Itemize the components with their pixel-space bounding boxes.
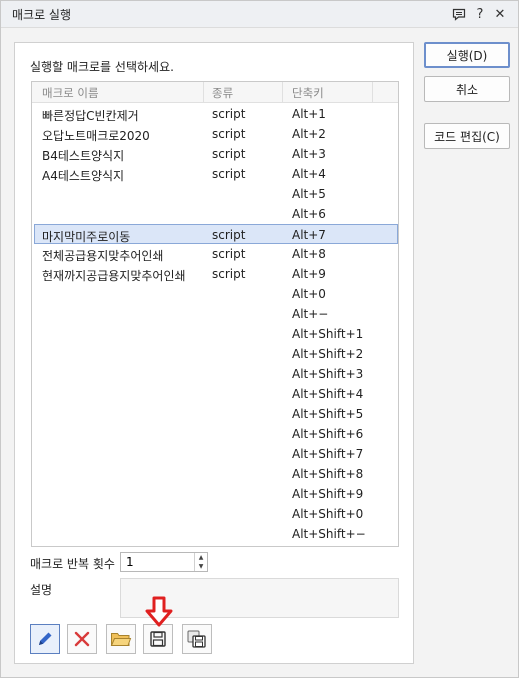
delete-x-icon	[74, 631, 90, 647]
macro-name-cell: B4테스트양식지	[42, 149, 125, 163]
macro-shortcut-cell: Alt+Shift+2	[292, 347, 364, 361]
down-arrow-icon	[145, 596, 173, 627]
cancel-button[interactable]: 취소	[424, 76, 510, 102]
macro-shortcut-cell: Alt+Shift+7	[292, 447, 364, 461]
table-row[interactable]: Alt+Shift+4	[32, 384, 398, 404]
macro-type-cell: script	[212, 107, 246, 121]
macro-name-cell: 전체공급용지맞추어인쇄	[42, 249, 164, 263]
table-row[interactable]: Alt+Shift+9	[32, 484, 398, 504]
macro-panel: 실행할 매크로를 선택하세요. 매크로 이름 종류 단축키 빠른정답C빈칸제거 s…	[14, 42, 414, 664]
macro-shortcut-cell: Alt+Shift+4	[292, 387, 364, 401]
table-row[interactable]: Alt+Shift+1	[32, 324, 398, 344]
macro-shortcut-cell: Alt+Shift+8	[292, 467, 364, 481]
macro-name-cell: 오답노트매크로2020	[42, 129, 150, 143]
save-macro-button[interactable]	[143, 624, 173, 654]
macro-shortcut-cell: Alt+4	[292, 167, 326, 181]
macro-shortcut-cell: Alt+Shift+6	[292, 427, 364, 441]
macro-name-cell: 마지막미주로이동	[42, 230, 131, 244]
save-as-macro-button[interactable]	[182, 624, 212, 654]
macro-shortcut-cell: Alt+8	[292, 247, 326, 261]
table-row[interactable]: 전체공급용지맞추어인쇄 script Alt+8	[32, 244, 398, 264]
edit-code-button[interactable]: 코드 편집(C)	[424, 123, 510, 149]
title-bar: 매크로 실행 ? ✕	[1, 1, 518, 28]
macro-shortcut-cell: Alt+Shift+0	[292, 507, 364, 521]
column-separator[interactable]	[372, 82, 373, 103]
table-row[interactable]: Alt+Shift+8	[32, 464, 398, 484]
close-icon[interactable]: ✕	[491, 5, 509, 23]
macro-type-cell: script	[212, 267, 246, 281]
macro-type-cell: script	[212, 127, 246, 141]
select-prompt: 실행할 매크로를 선택하세요.	[30, 60, 174, 74]
table-row-selected[interactable]: 마지막미주로이동 script Alt+7	[34, 224, 398, 244]
macro-type-cell: script	[212, 247, 246, 261]
run-button[interactable]: 실행(D)	[424, 42, 510, 68]
table-row[interactable]: Alt+−	[32, 304, 398, 324]
macro-shortcut-cell: Alt+Shift+5	[292, 407, 364, 421]
table-row[interactable]: Alt+Shift+2	[32, 344, 398, 364]
macro-name-cell: 빠른정답C빈칸제거	[42, 109, 139, 123]
table-row[interactable]: 현재까지공급용지맞추어인쇄 script Alt+9	[32, 264, 398, 284]
table-row[interactable]: Alt+Shift+0	[32, 504, 398, 524]
macro-shortcut-cell: Alt+Shift+−	[292, 527, 366, 541]
table-row[interactable]: Alt+Shift+6	[32, 424, 398, 444]
stepper-up-icon[interactable]: ▲	[195, 553, 207, 562]
repeat-count-label: 매크로 반복 횟수	[30, 557, 115, 571]
macro-shortcut-cell: Alt+7	[292, 228, 326, 242]
comment-icon[interactable]	[450, 5, 468, 23]
delete-macro-button[interactable]	[67, 624, 97, 654]
edit-pencil-icon	[39, 632, 52, 645]
repeat-count-input[interactable]	[121, 553, 195, 571]
macro-type-cell: script	[212, 147, 246, 161]
stepper-buttons: ▲ ▼	[194, 553, 207, 571]
table-row[interactable]: 빠른정답C빈칸제거 script Alt+1	[32, 104, 398, 124]
macro-shortcut-cell: Alt+Shift+9	[292, 487, 364, 501]
macro-list[interactable]: 매크로 이름 종류 단축키 빠른정답C빈칸제거 script Alt+1 오답노트매크…	[31, 81, 399, 547]
macro-shortcut-cell: Alt+0	[292, 287, 326, 301]
macro-shortcut-cell: Alt+5	[292, 187, 326, 201]
macro-name-cell: A4테스트양식지	[42, 169, 125, 183]
help-icon[interactable]: ?	[471, 5, 489, 23]
macro-shortcut-cell: Alt+6	[292, 207, 326, 221]
save-as-icon	[187, 630, 206, 648]
macro-shortcut-cell: Alt+Shift+1	[292, 327, 364, 341]
column-header-name[interactable]: 매크로 이름	[42, 85, 99, 101]
column-header-type[interactable]: 종류	[212, 85, 233, 101]
save-disk-icon	[150, 631, 166, 647]
list-header: 매크로 이름 종류 단축키	[32, 82, 398, 103]
column-separator[interactable]	[203, 82, 204, 103]
macro-shortcut-cell: Alt+1	[292, 107, 326, 121]
macro-run-dialog: 매크로 실행 ? ✕ 실행할 매크로를 선택하세요. 매크로 이름 종류 단축키…	[0, 0, 519, 678]
macro-name-cell: 현재까지공급용지맞추어인쇄	[42, 269, 186, 283]
macro-type-cell: script	[212, 167, 246, 181]
macro-shortcut-cell: Alt+2	[292, 127, 326, 141]
macro-shortcut-cell: Alt+9	[292, 267, 326, 281]
macro-shortcut-cell: Alt+−	[292, 307, 329, 321]
table-row[interactable]: Alt+Shift+−	[32, 524, 398, 544]
table-row[interactable]: Alt+6	[32, 204, 398, 224]
table-row[interactable]: B4테스트양식지 script Alt+3	[32, 144, 398, 164]
macro-shortcut-cell: Alt+Shift+3	[292, 367, 364, 381]
column-header-shortcut[interactable]: 단축키	[292, 85, 324, 101]
stepper-down-icon[interactable]: ▼	[195, 562, 207, 571]
table-row[interactable]: Alt+Shift+7	[32, 444, 398, 464]
table-row[interactable]: Alt+Shift+3	[32, 364, 398, 384]
table-row[interactable]: 오답노트매크로2020 script Alt+2	[32, 124, 398, 144]
description-label: 설명	[30, 583, 53, 597]
column-separator[interactable]	[282, 82, 283, 103]
macro-type-cell: script	[212, 228, 246, 242]
open-macro-button[interactable]	[106, 624, 136, 654]
open-folder-icon	[110, 633, 132, 646]
table-row[interactable]: Alt+0	[32, 284, 398, 304]
macro-shortcut-cell: Alt+3	[292, 147, 326, 161]
table-row[interactable]: A4테스트양식지 script Alt+4	[32, 164, 398, 184]
table-row[interactable]: Alt+Shift+5	[32, 404, 398, 424]
edit-macro-button[interactable]	[30, 624, 60, 654]
table-row[interactable]: Alt+5	[32, 184, 398, 204]
repeat-count-stepper[interactable]: ▲ ▼	[120, 552, 208, 572]
dialog-title: 매크로 실행	[12, 8, 72, 22]
